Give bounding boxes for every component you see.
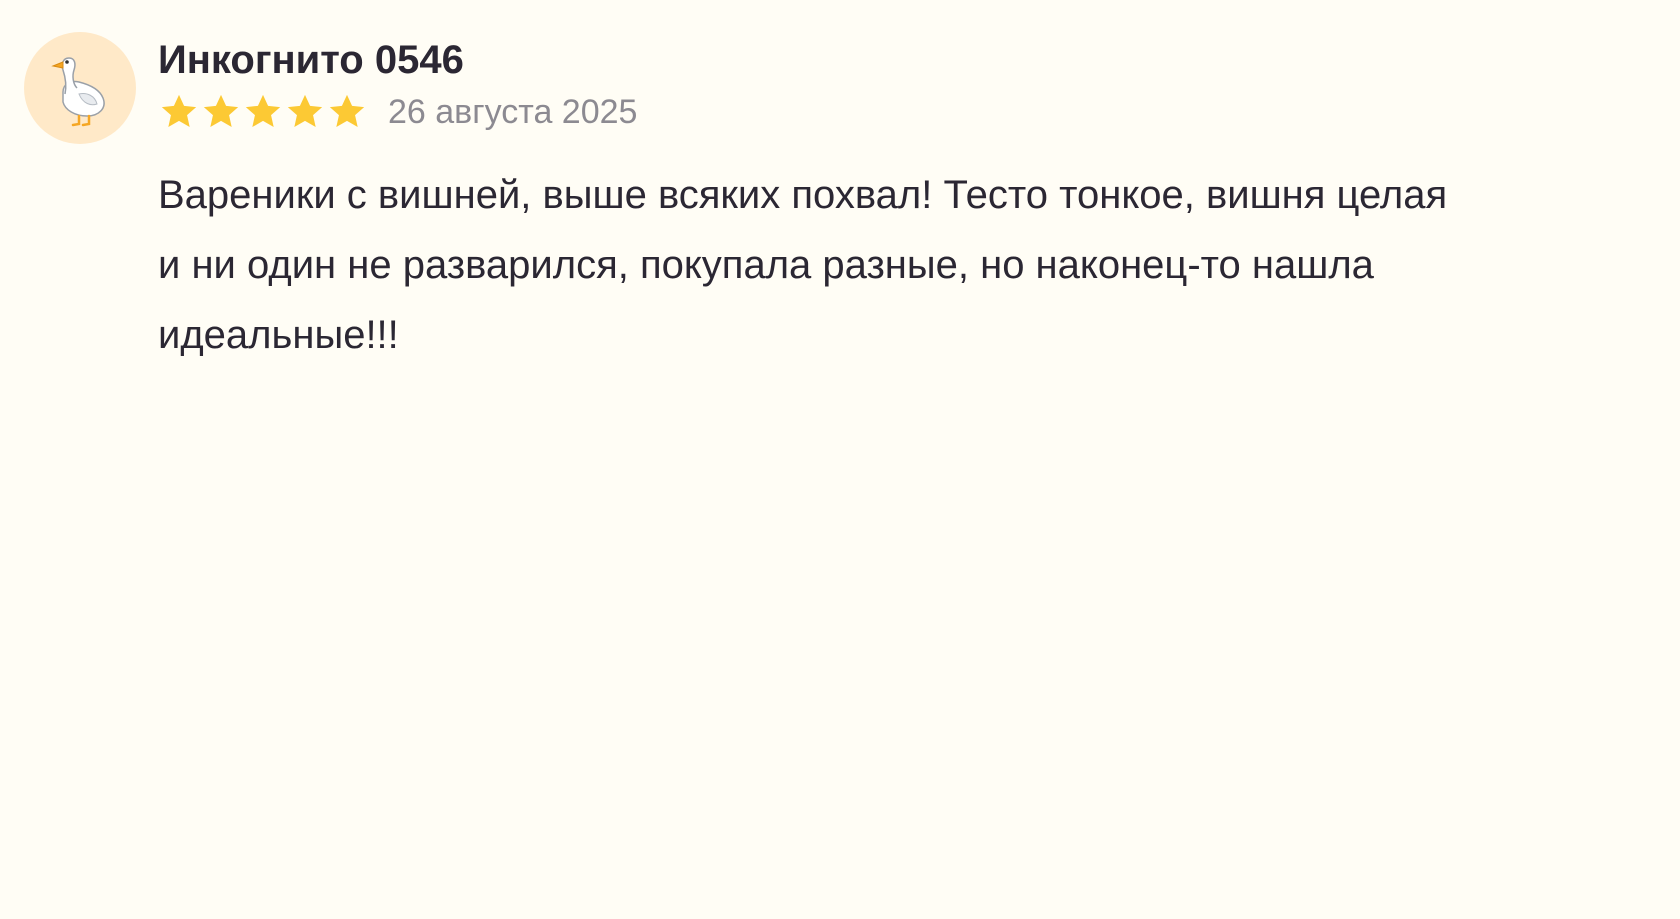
goose-icon (51, 57, 105, 127)
star-rating (158, 91, 368, 133)
star-icon (203, 94, 239, 128)
avatar[interactable] (24, 32, 136, 144)
author-name[interactable]: Инкогнито 0546 (158, 36, 464, 84)
review-card: Инкогнито 0546 26 августа 2025 Вареники … (0, 0, 1680, 919)
star-icon (161, 94, 197, 128)
star-icon (287, 94, 323, 128)
review-date: 26 августа 2025 (388, 93, 638, 131)
review-meta: 26 августа 2025 (158, 90, 637, 134)
review-text: Вареники с вишней, выше всяких похвал! Т… (158, 173, 1448, 357)
star-icon (245, 94, 281, 128)
star-icon (329, 94, 365, 128)
